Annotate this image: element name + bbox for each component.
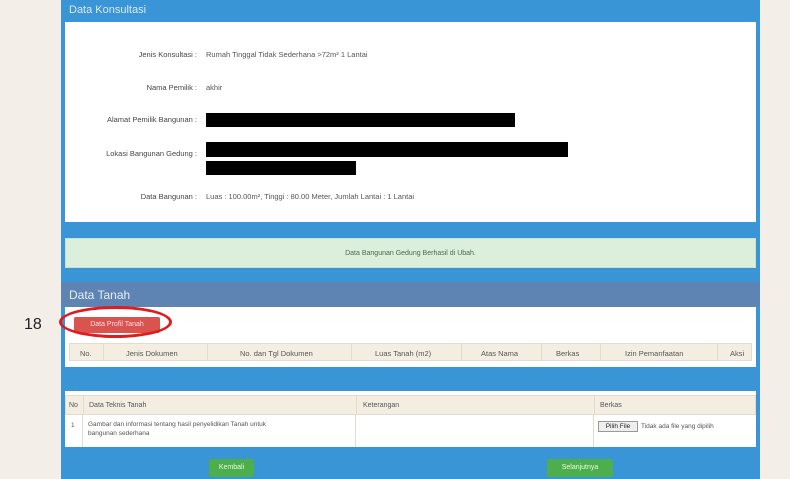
col-no-tgl-dokumen: No. dan Tgl Dokumen (240, 349, 313, 358)
lokasi-redaction-line1 (206, 142, 568, 157)
jenis-label: Jenis Konsultasi : (138, 50, 197, 59)
col-atas-nama: Atas Nama (481, 349, 519, 358)
teknis-table-header: No Data Teknis Tanah Keterangan Berkas (65, 395, 756, 415)
tanah-header: Data Tanah (61, 282, 760, 307)
main-panel: Data Konsultasi Jenis Konsultasi : Rumah… (61, 0, 760, 479)
file-status-text: Tidak ada file yang dipilih (641, 423, 714, 430)
col-luas-tanah: Luas Tanah (m2) (375, 349, 432, 358)
lokasi-label: Lokasi Bangunan Gedung : (106, 149, 197, 158)
section-divider (61, 367, 760, 377)
back-button[interactable]: Kembali (209, 459, 254, 477)
teknis-col-data: Data Teknis Tanah (89, 402, 147, 409)
teknis-row-desc-line2: bangunan sederhana (88, 430, 150, 437)
col-jenis-dokumen: Jenis Dokumen (126, 349, 178, 358)
success-alert: Data Bangunan Gedung Berhasil di Ubah. (65, 238, 756, 268)
alamat-redaction (206, 113, 515, 127)
nama-label: Nama Pemilik : (146, 83, 197, 92)
konsultasi-info: Jenis Konsultasi : Rumah Tinggal Tidak S… (65, 22, 756, 222)
tanah-table-header: No. Jenis Dokumen No. dan Tgl Dokumen Lu… (69, 343, 752, 361)
data-label: Data Bangunan : (140, 192, 197, 201)
footer-bar: Kembali Selanjutnya (61, 447, 760, 479)
choose-file-button[interactable]: Pilih File (598, 421, 638, 432)
teknis-row-desc-line1: Gambar dan informasi tentang hasil penye… (88, 421, 267, 428)
lokasi-redaction-line2 (206, 161, 356, 175)
nama-value: akhir (206, 83, 223, 92)
teknis-band (65, 377, 756, 391)
col-izin-pemanfaatan: Izin Pemanfaatan (625, 349, 684, 358)
next-button[interactable]: Selanjutnya (547, 459, 613, 477)
annotation-highlight-ring (59, 306, 172, 338)
teknis-row-no: 1 (71, 422, 75, 429)
col-no: No. (80, 349, 92, 358)
konsultasi-header: Data Konsultasi (61, 0, 760, 22)
teknis-section: No Data Teknis Tanah Keterangan Berkas 1… (65, 391, 756, 447)
teknis-col-keterangan: Keterangan (363, 402, 400, 409)
data-value: Luas : 100.00m², Tinggi : 80.00 Meter, J… (206, 192, 415, 201)
jenis-value: Rumah Tinggal Tidak Sederhana >72m² 1 La… (206, 50, 368, 59)
alamat-label: Alamat Pemilik Bangunan : (106, 115, 197, 124)
col-aksi: Aksi (730, 349, 745, 358)
teknis-col-no: No (69, 402, 78, 409)
col-berkas: Berkas (556, 349, 580, 358)
teknis-col-berkas: Berkas (600, 402, 622, 409)
annotation-number: 18 (24, 316, 42, 333)
